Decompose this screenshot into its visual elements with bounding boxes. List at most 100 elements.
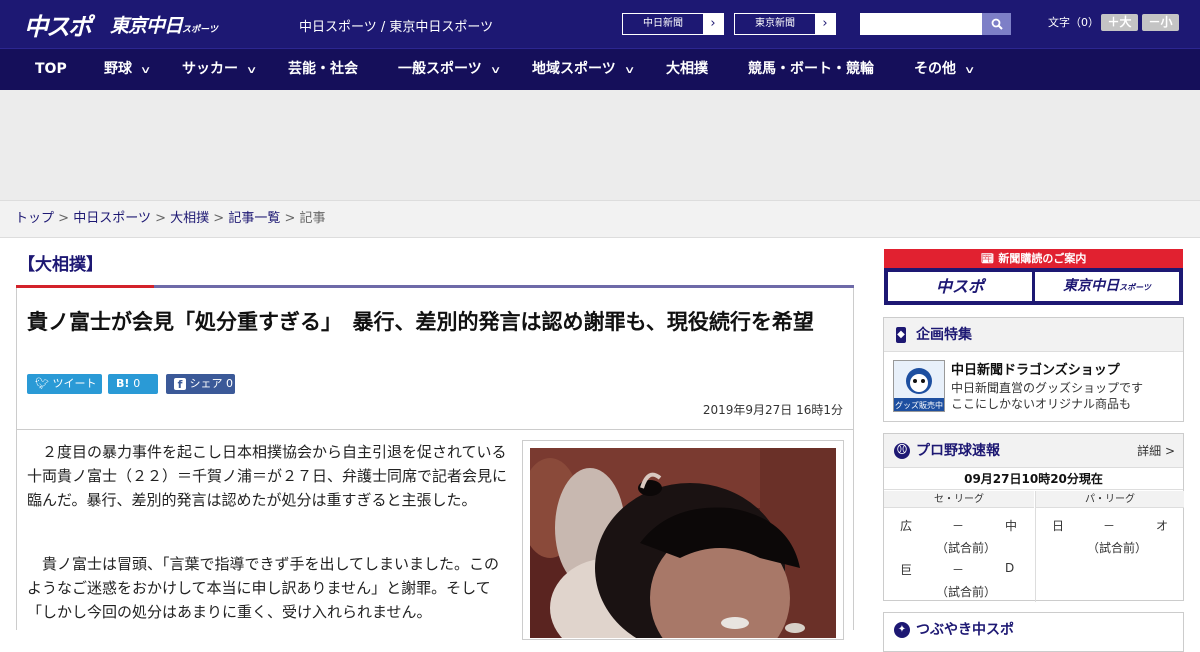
away-team: D	[1005, 561, 1015, 575]
nav-item-general-sports[interactable]: 一般スポーツ ∨	[398, 49, 502, 90]
twitter-box-title: つぶやき中スポ	[916, 622, 1014, 638]
tokyo-logo-sub: スポーツ	[182, 25, 218, 35]
dragons-shop-thumbnail[interactable]: グッズ販売中	[893, 360, 945, 412]
baseball-icon: ⚾︎	[894, 443, 910, 459]
chevron-right-icon: ›	[815, 14, 835, 34]
main-nav: TOP 野球 ∨ サッカー ∨ 芸能・社会 一般スポーツ ∨ 地域スポーツ ∨ 大相撲 …	[0, 48, 1200, 90]
subscribe-chunichi-sports[interactable]: 中スポ	[888, 272, 1032, 301]
article-paragraph: ２度目の暴力事件を起こし日本相撲協会から自主引退を促されている十両貴ノ富士（２２…	[27, 443, 508, 509]
nav-item-regional-sports[interactable]: 地域スポーツ ∨	[532, 49, 635, 90]
tokyo-logo-main: 東京中日	[110, 15, 183, 37]
baseball-title: プロ野球速報	[916, 443, 1000, 459]
score-timestamp: 09月27日10時20分現在	[884, 468, 1183, 490]
league-divider	[1035, 491, 1036, 602]
chunichi-sports-logo[interactable]: 中スポ	[24, 7, 92, 42]
chunichi-shimbun-label: 中日新聞	[643, 18, 683, 29]
tokyo-shimbun-label: 東京新聞	[755, 18, 795, 29]
nav-item-soccer[interactable]: サッカー ∨	[182, 49, 258, 90]
subscribe-tokyo-chunichi[interactable]: 東京中日スポーツ	[1035, 272, 1179, 301]
nav-label: サッカー	[182, 61, 238, 77]
nav-item-other[interactable]: その他 ∨	[914, 49, 976, 90]
facebook-share-button[interactable]: f シェア 0	[166, 374, 235, 394]
home-team: 広	[900, 519, 913, 533]
nav-item-top[interactable]: TOP	[35, 49, 67, 90]
nav-label: 野球	[104, 61, 132, 77]
away-team: 中	[1005, 519, 1018, 533]
twitter-bird-icon: 🐦︎	[35, 377, 49, 390]
twitter-box: ✦ つぶやき中スポ	[883, 612, 1184, 652]
search-button[interactable]	[982, 13, 1011, 35]
shop-description: 中日新聞直営のグッズショップです ここにしかないオリジナル商品も	[951, 380, 1143, 412]
breadcrumb-article-list[interactable]: 記事一覧	[228, 211, 280, 226]
pacific-league-label: パ・リーグ	[1035, 491, 1184, 508]
subscribe-tokyo-main: 東京中日	[1063, 278, 1120, 294]
breadcrumb-chunichi-sports[interactable]: 中日スポーツ	[73, 211, 151, 226]
chunichi-shimbun-link[interactable]: 中日新聞 ›	[622, 13, 724, 35]
site-name[interactable]: 中日スポーツ / 東京中日スポーツ	[299, 16, 493, 35]
font-decrease-button[interactable]: －小	[1142, 14, 1179, 31]
breadcrumb-separator: >	[213, 211, 225, 226]
central-league-label: セ・リーグ	[884, 491, 1034, 508]
game-status: （試合前）	[1087, 541, 1148, 555]
article-paragraph: 貴ノ富士は冒頭、「言葉で指導できず手を出してしまいました。このようなご迷惑をおか…	[27, 555, 500, 621]
article-photo[interactable]	[522, 440, 844, 640]
home-team: 日	[1052, 519, 1065, 533]
chevron-down-icon: ∨	[489, 65, 502, 76]
breadcrumb-top[interactable]: トップ	[15, 211, 54, 226]
breadcrumb-separator: >	[58, 211, 70, 226]
article-title: 貴ノ富士が会見「処分重すぎる」 暴行、差別的発言は認め謝罪も、現役続行を希望	[27, 310, 814, 334]
breadcrumb: トップ > 中日スポーツ > 大相撲 > 記事一覧 > 記事	[0, 200, 1200, 238]
game-status: （試合前）	[936, 541, 997, 555]
chevron-right-icon: ›	[703, 14, 723, 34]
nav-label: その他	[914, 61, 956, 77]
hatena-bookmark-button[interactable]: B! 0	[108, 374, 158, 394]
baseball-details-link[interactable]: 詳細 >	[1137, 434, 1175, 468]
feature-box: ◆ 企画特集 グッズ販売中 中日新聞ドラゴンズショップ 中日新聞直営のグッズショ…	[883, 317, 1184, 422]
nav-label: 地域スポーツ	[532, 61, 616, 77]
baseball-header: ⚾︎ プロ野球速報 詳細 >	[884, 434, 1183, 468]
chevron-down-icon: ∨	[139, 65, 152, 76]
nav-item-racing[interactable]: 競馬・ボート・競輪	[748, 49, 874, 90]
facebook-share-label: シェア	[189, 377, 223, 390]
nav-label: 一般スポーツ	[398, 61, 482, 77]
home-team: 巨	[900, 563, 913, 577]
breadcrumb-sumo[interactable]: 大相撲	[170, 211, 209, 226]
twitter-header: ✦ つぶやき中スポ	[884, 613, 1183, 647]
tweet-button[interactable]: 🐦︎ ツイート	[27, 374, 102, 394]
hatena-b-icon: B!	[116, 377, 130, 390]
nav-item-entertainment[interactable]: 芸能・社会	[288, 49, 358, 90]
feature-title: 企画特集	[916, 327, 972, 343]
tweet-label: ツイート	[52, 377, 97, 390]
search-icon	[991, 18, 1003, 30]
nav-label: TOP	[35, 61, 67, 77]
nav-item-sumo[interactable]: 大相撲	[666, 49, 708, 90]
game-score: －	[1103, 519, 1116, 533]
subscription-title-text: 新聞購読のご案内	[998, 252, 1087, 265]
shop-desc-line: ここにしかないオリジナル商品も	[951, 397, 1132, 411]
shop-title[interactable]: 中日新聞ドラゴンズショップ	[951, 359, 1120, 378]
nav-label: 競馬・ボート・競輪	[748, 61, 874, 77]
tokyo-shimbun-link[interactable]: 東京新聞 ›	[734, 13, 836, 35]
breadcrumb-separator: >	[284, 211, 296, 226]
facebook-icon: f	[174, 378, 186, 391]
photo-image	[530, 448, 836, 638]
subscription-banner[interactable]: 📰︎ 新聞購読のご案内 中スポ 東京中日スポーツ	[884, 249, 1183, 305]
game-score: －	[952, 519, 965, 533]
nav-item-baseball[interactable]: 野球 ∨	[104, 49, 152, 90]
site-header: 中スポ 東京中日スポーツ 中日スポーツ / 東京中日スポーツ 中日新聞 › 東京新…	[0, 0, 1200, 48]
search-input[interactable]	[860, 13, 982, 35]
baseball-scores-box: ⚾︎ プロ野球速報 詳細 > 09月27日10時20分現在 セ・リーグ パ・リー…	[883, 433, 1184, 602]
font-size-label: 文字（0）	[1048, 16, 1099, 29]
breadcrumb-separator: >	[155, 211, 166, 226]
chevron-down-icon: ∨	[963, 65, 976, 76]
nav-label: 芸能・社会	[288, 61, 358, 77]
hatena-count: 0	[133, 377, 141, 390]
ribbon-icon: ◆	[896, 327, 906, 343]
tokyo-chunichi-sports-logo[interactable]: 東京中日スポーツ	[110, 11, 218, 38]
chevron-down-icon: ∨	[245, 65, 258, 76]
subscription-title: 📰︎ 新聞購読のご案内	[884, 249, 1183, 268]
game-status: （試合前）	[936, 585, 997, 599]
feature-header: ◆ 企画特集	[884, 318, 1183, 352]
font-increase-button[interactable]: ＋大	[1101, 14, 1138, 31]
newspaper-icon: 📰︎	[980, 252, 995, 265]
